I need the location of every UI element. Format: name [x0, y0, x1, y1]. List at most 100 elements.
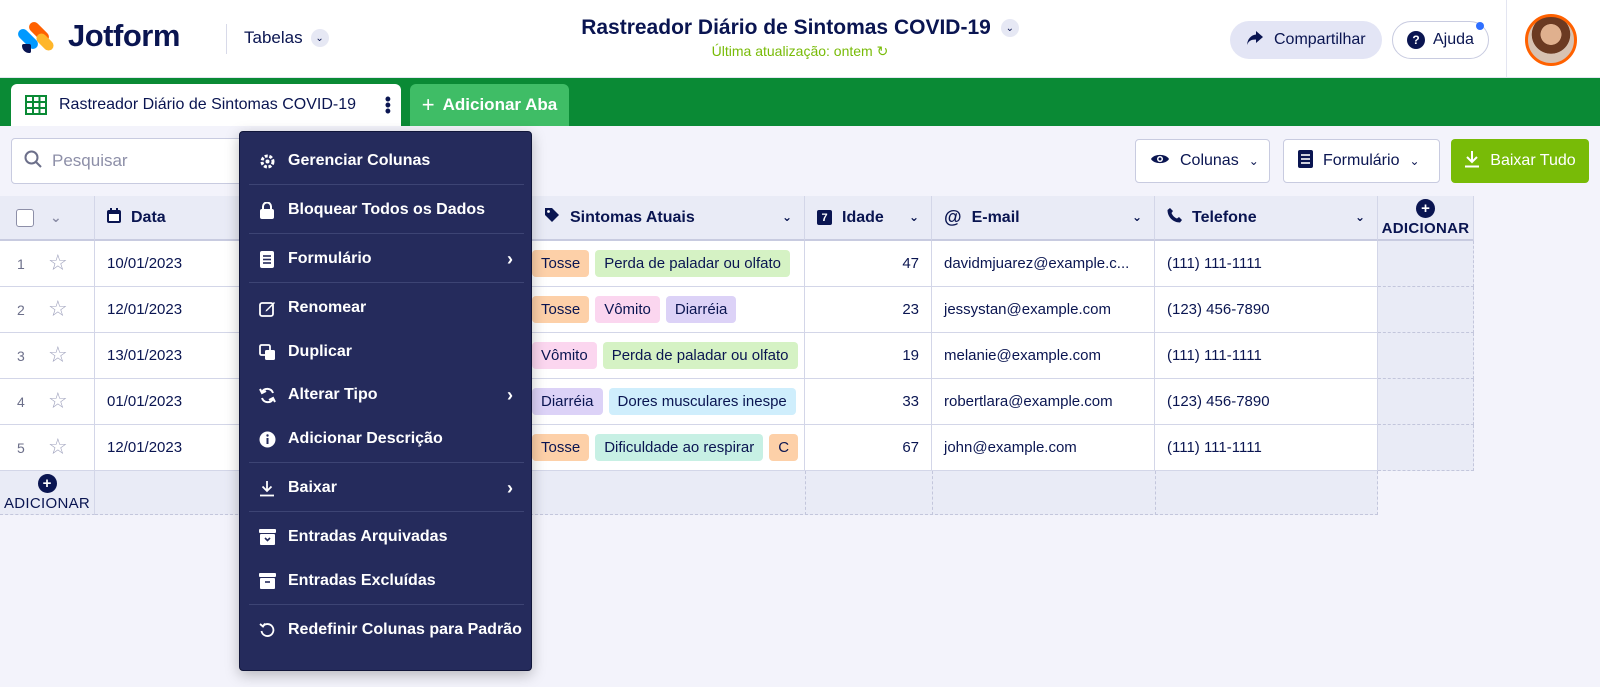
- menu-item-gerenciar-colunas[interactable]: Gerenciar Colunas: [240, 139, 533, 183]
- share-button[interactable]: Compartilhar: [1230, 21, 1382, 59]
- chevron-down-icon[interactable]: ⌄: [1355, 210, 1365, 224]
- cell-email[interactable]: robertlara@example.com: [932, 379, 1155, 425]
- cell-age[interactable]: 47: [805, 241, 932, 287]
- cell-phone[interactable]: (111) 111-1111: [1155, 333, 1378, 379]
- edit-icon: [258, 299, 276, 317]
- cell-date[interactable]: 01/01/2023: [95, 379, 240, 425]
- add-column-button[interactable]: + ADICIONAR: [1378, 196, 1474, 241]
- table-row[interactable]: 2 ☆ 12/01/2023 Tosse Vômito Diarréia 23 jessyst…: [0, 287, 1474, 333]
- cell-email[interactable]: melanie@example.com: [932, 333, 1155, 379]
- row-number: 5: [17, 440, 25, 456]
- cell-age[interactable]: 33: [805, 379, 932, 425]
- cell-date[interactable]: 13/01/2023: [95, 333, 240, 379]
- menu-item-label: Formulário: [288, 250, 372, 267]
- column-header-date[interactable]: Data: [95, 196, 240, 241]
- download-icon: [1464, 150, 1480, 173]
- cell-symptoms[interactable]: Tosse Dificuldade ao respirar C: [532, 425, 805, 471]
- symptom-tag: Perda de paladar ou olfato: [595, 250, 790, 277]
- add-row-button[interactable]: + ADICIONAR: [0, 471, 95, 515]
- empty-add-column-cell: [1378, 425, 1474, 471]
- menu-divider: [249, 233, 524, 234]
- cell-date[interactable]: 10/01/2023: [95, 241, 240, 287]
- chevron-down-icon[interactable]: ⌄: [909, 210, 919, 224]
- tab-covid-tracker[interactable]: Rastreador Diário de Sintomas COVID-19 •…: [11, 84, 401, 126]
- chevron-down-icon[interactable]: ⌄: [50, 209, 62, 226]
- star-icon[interactable]: ☆: [48, 388, 68, 414]
- refresh-icon: [258, 386, 276, 404]
- row-number-cell: 5 ☆: [0, 425, 95, 471]
- column-header-age[interactable]: 7 Idade ⌄: [805, 196, 932, 241]
- cell-phone[interactable]: (123) 456-7890: [1155, 379, 1378, 425]
- cell-symptoms[interactable]: Tosse Vômito Diarréia: [532, 287, 805, 333]
- menu-item-formulario[interactable]: Formulário ›: [240, 237, 533, 281]
- cell-symptoms[interactable]: Vômito Perda de paladar ou olfato: [532, 333, 805, 379]
- chevron-down-icon[interactable]: ⌄: [1132, 210, 1142, 224]
- chevron-down-icon[interactable]: ⌄: [782, 210, 792, 224]
- cell-symptoms[interactable]: Tosse Perda de paladar ou olfato: [532, 241, 805, 287]
- cell-phone[interactable]: (111) 111-1111: [1155, 241, 1378, 287]
- column-header-phone[interactable]: Telefone ⌄: [1155, 196, 1378, 241]
- menu-item-entradas-arquivadas[interactable]: Entradas Arquivadas: [240, 515, 533, 559]
- chevron-down-icon: ⌄: [1409, 154, 1420, 168]
- search-box[interactable]: [11, 138, 271, 184]
- lock-icon: [258, 201, 276, 219]
- cell-age[interactable]: 23: [805, 287, 932, 333]
- menu-item-bloquear-todos-os-dados[interactable]: Bloquear Todos os Dados: [240, 188, 533, 232]
- help-button[interactable]: ? Ajuda: [1392, 21, 1489, 59]
- cell-email[interactable]: davidmjuarez@example.c...: [932, 241, 1155, 287]
- cell-age[interactable]: 19: [805, 333, 932, 379]
- form-label: Formulário: [1323, 152, 1400, 169]
- column-header-symptoms[interactable]: Sintomas Atuais ⌄: [532, 196, 805, 241]
- star-icon[interactable]: ☆: [48, 250, 68, 276]
- cell-date[interactable]: 12/01/2023: [95, 425, 240, 471]
- cell-age[interactable]: 67: [805, 425, 932, 471]
- archive-icon: [258, 528, 276, 546]
- cell-date[interactable]: 12/01/2023: [95, 287, 240, 333]
- menu-item-renomear[interactable]: Renomear: [240, 286, 533, 330]
- column-label-age: Idade: [842, 208, 884, 226]
- share-label: Compartilhar: [1274, 31, 1366, 48]
- star-icon[interactable]: ☆: [48, 296, 68, 322]
- star-icon[interactable]: ☆: [48, 342, 68, 368]
- table-row[interactable]: 5 ☆ 12/01/2023 Tosse Dificuldade ao respirar…: [0, 425, 1474, 471]
- avatar[interactable]: [1525, 14, 1577, 66]
- cell-phone[interactable]: (111) 111-1111: [1155, 425, 1378, 471]
- table-row[interactable]: 4 ☆ 01/01/2023 Diarréia Dores musculares ine…: [0, 379, 1474, 425]
- column-header-email[interactable]: @ E-mail ⌄: [932, 196, 1155, 241]
- table-row[interactable]: 1 ☆ 10/01/2023 Tosse Perda de paladar ou olf…: [0, 241, 1474, 287]
- brand-name: Jotform: [68, 18, 180, 53]
- tab-label: Rastreador Diário de Sintomas COVID-19: [59, 96, 357, 113]
- menu-item-alterar-tipo[interactable]: Alterar Tipo ›: [240, 373, 533, 417]
- columns-button[interactable]: Colunas ⌄: [1135, 139, 1270, 183]
- row-number-cell: 1 ☆: [0, 241, 95, 287]
- menu-item-adicionar-descricao[interactable]: Adicionar Descrição: [240, 417, 533, 461]
- menu-divider: [249, 604, 524, 605]
- menu-item-redefinir-colunas-para-padrao[interactable]: Redefinir Colunas para Padrão: [240, 608, 533, 652]
- select-all-checkbox[interactable]: [16, 208, 34, 227]
- jotform-logo[interactable]: Jotform: [15, 18, 180, 54]
- add-tab-button[interactable]: + Adicionar Aba: [410, 84, 569, 126]
- cell-phone[interactable]: (123) 456-7890: [1155, 287, 1378, 333]
- tab-options-kebab-icon[interactable]: • • •: [385, 90, 391, 120]
- tables-dropdown[interactable]: Tabelas ⌄: [244, 28, 329, 48]
- page-title[interactable]: Rastreador Diário de Sintomas COVID-19: [581, 16, 991, 40]
- cell-email[interactable]: jessystan@example.com: [932, 287, 1155, 333]
- menu-item-label: Alterar Tipo: [288, 386, 378, 403]
- menu-item-duplicar[interactable]: Duplicar: [240, 330, 533, 374]
- form-button[interactable]: Formulário ⌄: [1283, 139, 1440, 183]
- download-all-button[interactable]: Baixar Tudo: [1451, 139, 1589, 183]
- search-input[interactable]: [52, 151, 232, 171]
- menu-item-label: Gerenciar Colunas: [288, 152, 431, 169]
- menu-item-entradas-excluidas[interactable]: Entradas Excluídas: [240, 559, 533, 603]
- info-icon: [258, 430, 276, 448]
- star-icon[interactable]: ☆: [48, 434, 68, 460]
- plus-circle-icon: +: [1416, 198, 1435, 218]
- menu-divider: [249, 282, 524, 283]
- cell-email[interactable]: john@example.com: [932, 425, 1155, 471]
- columns-label: Colunas: [1180, 152, 1239, 169]
- menu-item-baixar[interactable]: Baixar ›: [240, 466, 533, 510]
- cell-symptoms[interactable]: Diarréia Dores musculares inespe: [532, 379, 805, 425]
- symptom-tag: Dores musculares inespe: [608, 388, 796, 415]
- table-row[interactable]: 3 ☆ 13/01/2023 Vômito Perda de paladar ou ol…: [0, 333, 1474, 379]
- title-chevron-down-icon[interactable]: ⌄: [1000, 19, 1019, 37]
